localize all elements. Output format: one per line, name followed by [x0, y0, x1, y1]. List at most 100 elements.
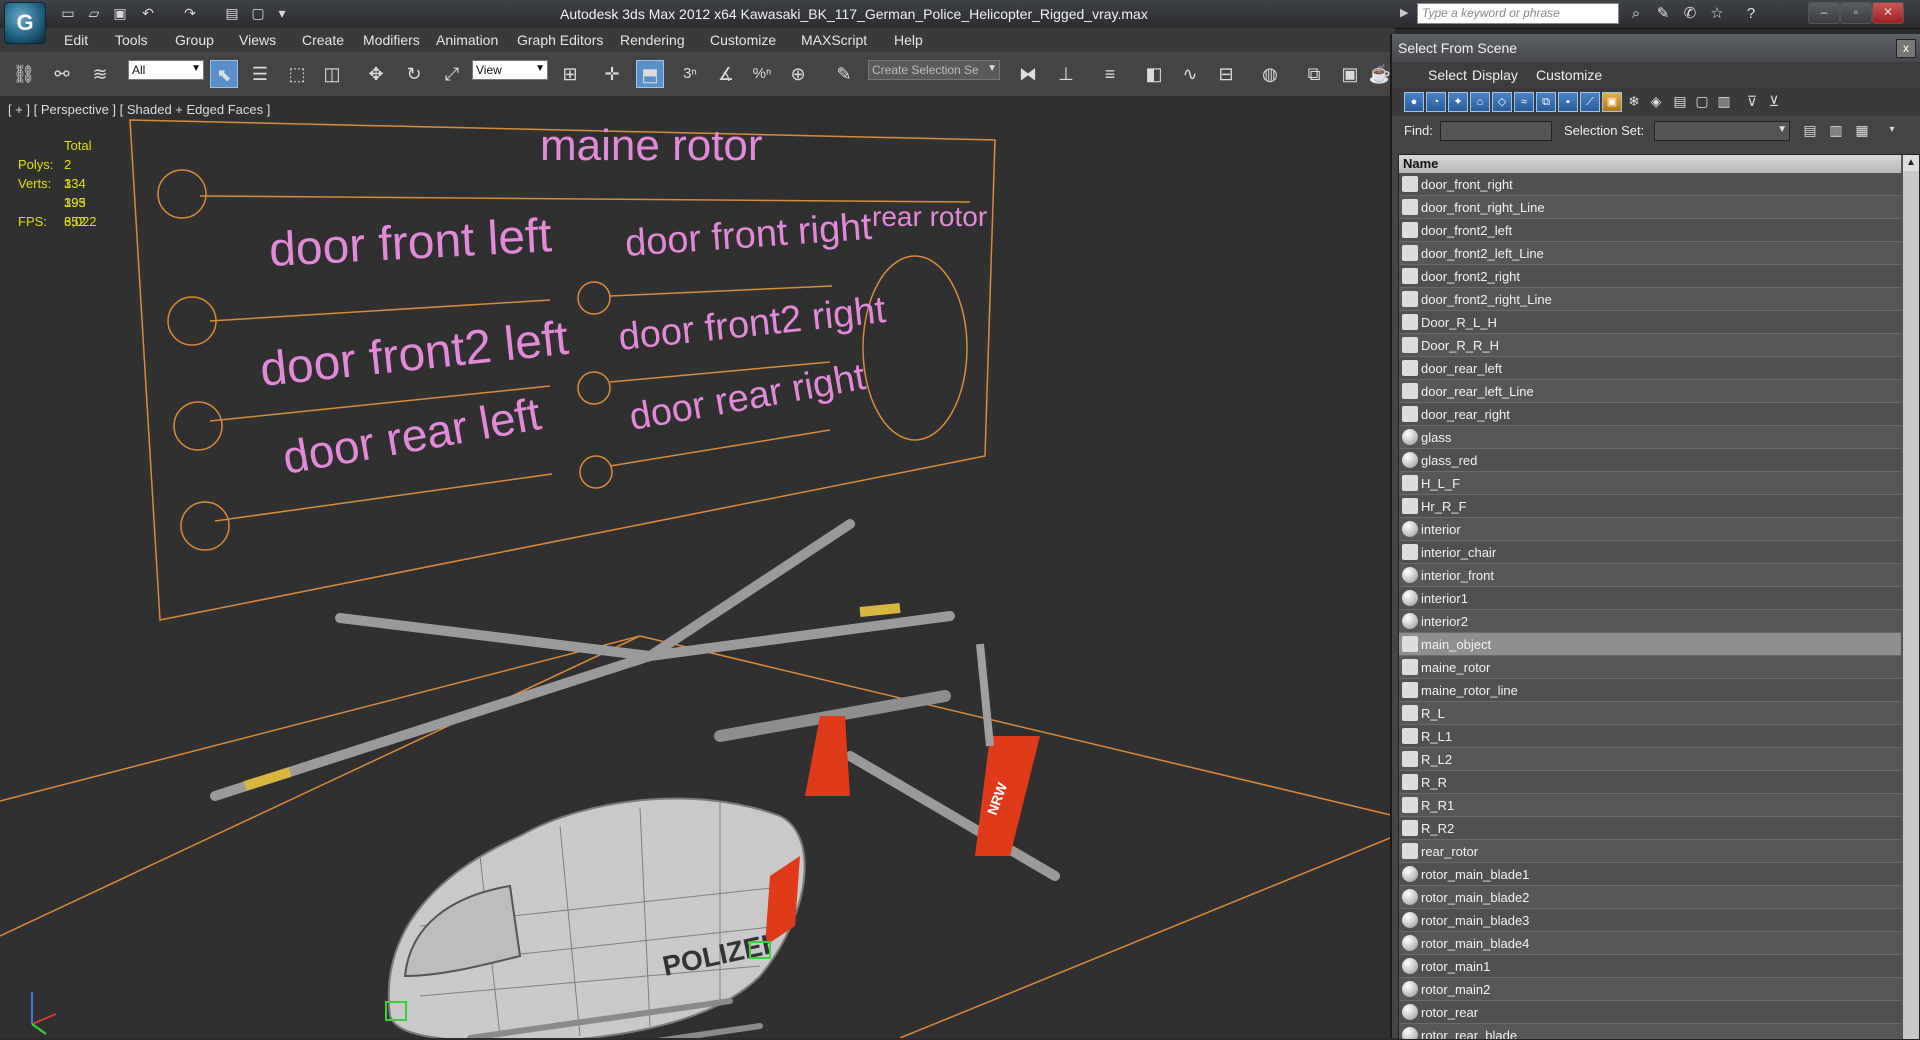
select-and-scale-icon[interactable]: ⤢	[438, 60, 466, 88]
percent-snap-icon[interactable]: %ⁿ	[748, 60, 776, 88]
list-item[interactable]: maine_rotor	[1399, 656, 1901, 679]
menu-maxscript[interactable]: MAXScript	[801, 32, 867, 48]
display-groups-icon[interactable]: ⧉	[1536, 92, 1556, 112]
menu-customize[interactable]: Customize	[710, 32, 776, 48]
list-item[interactable]: R_L1	[1399, 725, 1901, 748]
named-selection-set-dropdown[interactable]: Create Selection Se ▼	[868, 60, 1000, 80]
menu-animation[interactable]: Animation	[436, 32, 498, 48]
list-item[interactable]: Hr_R_F	[1399, 495, 1901, 518]
list-item[interactable]: rotor_main_blade4	[1399, 932, 1901, 955]
material-editor-icon[interactable]: ◍	[1256, 60, 1284, 88]
mirror-icon[interactable]: ⧓	[1014, 60, 1042, 88]
select-object-icon[interactable]: ⬉	[210, 60, 238, 88]
dialog-menu-customize[interactable]: Customize	[1536, 67, 1602, 83]
list-item[interactable]: R_R2	[1399, 817, 1901, 840]
menu-modifiers[interactable]: Modifiers	[363, 32, 420, 48]
list-item[interactable]: door_front_right_Line	[1399, 196, 1901, 219]
list-item[interactable]: Door_R_R_H	[1399, 334, 1901, 357]
save-selection-set-icon[interactable]: ▤	[1800, 121, 1820, 141]
dialog-close-button[interactable]: x	[1896, 39, 1916, 58]
list-item[interactable]: rear_rotor	[1399, 840, 1901, 863]
help-icon[interactable]: ?	[1740, 4, 1762, 24]
scene-object-list[interactable]: Name door_front_right door_front_right_Li…	[1398, 154, 1920, 1040]
select-none-icon[interactable]: ▢	[1692, 92, 1712, 112]
window-crossing-icon[interactable]: ◫	[318, 60, 346, 88]
list-item[interactable]: main_object	[1399, 633, 1901, 656]
keyboard-shortcut-override-icon[interactable]: ⬒	[636, 60, 664, 88]
scroll-up-icon[interactable]: ▲	[1903, 155, 1919, 171]
unlink-icon[interactable]: ⚯	[48, 60, 76, 88]
column-header-name[interactable]: Name	[1399, 155, 1901, 174]
menu-help[interactable]: Help	[894, 32, 923, 48]
help-search-input[interactable]: Type a keyword or phrase	[1417, 3, 1619, 24]
reference-coordinate-dropdown[interactable]: View ▼	[472, 60, 548, 80]
list-item[interactable]: R_R	[1399, 771, 1901, 794]
angle-snap-icon[interactable]: ∡	[712, 60, 740, 88]
dialog-menu-display[interactable]: Display	[1472, 67, 1518, 83]
hold-icon[interactable]: ▤	[222, 4, 242, 22]
list-item[interactable]: H_L_F	[1399, 472, 1901, 495]
list-item[interactable]: rotor_main2	[1399, 978, 1901, 1001]
display-geometry-icon[interactable]: ●	[1404, 92, 1424, 112]
display-containers-icon[interactable]: ▣	[1602, 92, 1622, 112]
rectangular-selection-icon[interactable]: ⬚	[283, 60, 311, 88]
list-item[interactable]: maine_rotor_line	[1399, 679, 1901, 702]
menu-graph-editors[interactable]: Graph Editors	[517, 32, 603, 48]
list-scrollbar[interactable]	[1903, 155, 1919, 1039]
maximize-button[interactable]: ▫	[1840, 2, 1872, 24]
list-item[interactable]: R_R1	[1399, 794, 1901, 817]
render-frame-icon[interactable]: ▣	[1336, 60, 1364, 88]
list-item[interactable]: glass	[1399, 426, 1901, 449]
communication-icon[interactable]: ✆	[1679, 4, 1701, 24]
display-lights-icon[interactable]: ✦	[1448, 92, 1468, 112]
list-item[interactable]: rotor_main_blade1	[1399, 863, 1901, 886]
menu-rendering[interactable]: Rendering	[620, 32, 685, 48]
menu-create[interactable]: Create	[302, 32, 344, 48]
redo-icon[interactable]: ↷	[180, 4, 200, 22]
binoculars-icon[interactable]: ⌕	[1625, 4, 1647, 24]
list-item[interactable]: rotor_main_blade3	[1399, 909, 1901, 932]
edit-named-selection-icon[interactable]: ✎	[830, 60, 858, 88]
select-manipulate-icon[interactable]: ✛	[598, 60, 626, 88]
list-item[interactable]: interior	[1399, 518, 1901, 541]
dialog-title-bar[interactable]: Select From Scene x	[1392, 34, 1920, 63]
delete-selection-set-icon[interactable]: ▦	[1852, 121, 1872, 141]
search-collapse-icon[interactable]: ▶	[1400, 6, 1408, 19]
list-item[interactable]: Door_R_L_H	[1399, 311, 1901, 334]
select-and-move-icon[interactable]: ✥	[362, 60, 390, 88]
display-shapes-icon[interactable]: ◔	[1426, 92, 1446, 112]
display-space-warps-icon[interactable]: ≈	[1514, 92, 1534, 112]
snaps-toggle-icon[interactable]: 3ⁿ	[676, 60, 704, 88]
open-file-icon[interactable]: ▱	[84, 4, 104, 22]
graphite-modeling-icon[interactable]: ◧	[1140, 60, 1168, 88]
undo-icon[interactable]: ↶	[138, 4, 158, 22]
list-item[interactable]: door_rear_left	[1399, 357, 1901, 380]
bind-space-warp-icon[interactable]: ≋	[86, 60, 114, 88]
select-all-icon[interactable]: ▤	[1670, 92, 1690, 112]
list-item[interactable]: R_L2	[1399, 748, 1901, 771]
list-item[interactable]: glass_red	[1399, 449, 1901, 472]
perspective-viewport[interactable]: maine rotor door front left door front r…	[0, 96, 1395, 1038]
display-helpers-icon[interactable]: ◇	[1492, 92, 1512, 112]
align-icon[interactable]: ⊥	[1052, 60, 1080, 88]
viewport-label-menu[interactable]: [ + ] [ Perspective ] [ Shaded + Edged F…	[8, 102, 270, 117]
display-bones-icon[interactable]: ⟋	[1580, 92, 1600, 112]
subscription-icon[interactable]: ✎	[1652, 4, 1674, 24]
menu-edit[interactable]: Edit	[64, 32, 88, 48]
display-frozen-icon[interactable]: ❄	[1624, 92, 1644, 112]
menu-group[interactable]: Group	[175, 32, 214, 48]
list-item[interactable]: interior_chair	[1399, 541, 1901, 564]
quick-access-dropdown-icon[interactable]: ▾	[272, 4, 292, 22]
list-item[interactable]: interior_front	[1399, 564, 1901, 587]
minimize-button[interactable]: –	[1808, 2, 1840, 24]
filter-options-icon[interactable]: ⊻	[1764, 92, 1784, 112]
find-input[interactable]	[1440, 121, 1552, 141]
layer-manager-icon[interactable]: ≡	[1096, 60, 1124, 88]
save-icon[interactable]: ▣	[110, 4, 130, 22]
display-xrefs-icon[interactable]: ▪	[1558, 92, 1578, 112]
list-item[interactable]: rotor_main_blade2	[1399, 886, 1901, 909]
display-cameras-icon[interactable]: ⌂	[1470, 92, 1490, 112]
pivot-center-icon[interactable]: ⊞	[556, 60, 584, 88]
load-selection-set-icon[interactable]: ▥	[1826, 121, 1846, 141]
spinner-snap-icon[interactable]: ⊕	[784, 60, 812, 88]
